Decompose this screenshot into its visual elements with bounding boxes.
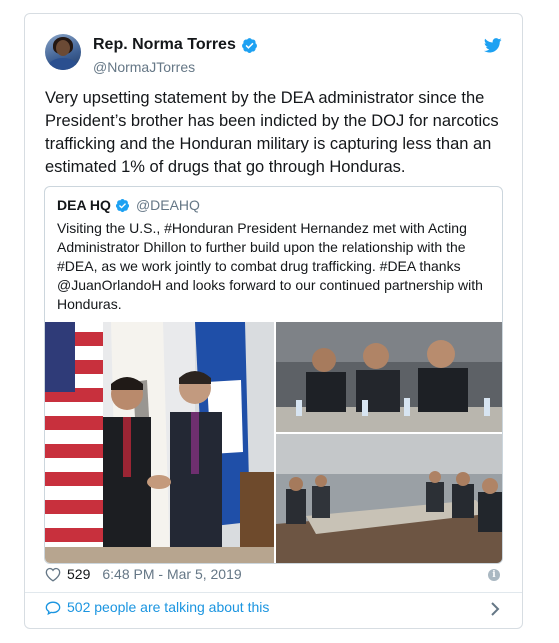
author-handle[interactable]: @NormaJTorres <box>93 59 195 75</box>
quoted-author-handle[interactable]: @DEAHQ <box>136 197 200 213</box>
tweet-text: Very upsetting statement by the DEA admi… <box>45 89 499 176</box>
conference-room-photo[interactable] <box>276 434 502 563</box>
handshake-flags-photo[interactable] <box>45 322 274 563</box>
heart-icon[interactable] <box>45 567 61 582</box>
quoted-media-grid[interactable] <box>45 322 502 563</box>
speech-bubble-icon <box>45 600 61 615</box>
verified-badge-icon <box>241 37 257 53</box>
conversation-link[interactable]: 502 people are talking about this <box>45 599 269 615</box>
verified-badge-icon <box>115 198 129 212</box>
chevron-right-icon[interactable] <box>490 602 500 616</box>
quoted-tweet[interactable]: DEA HQ @DEAHQ Visiting the U.S., #Hondur… <box>44 186 503 564</box>
quoted-author-name[interactable]: DEA HQ <box>57 197 111 213</box>
info-icon[interactable]: i <box>488 569 500 581</box>
tweet-meta: 529 6:48 PM - Mar 5, 2019 <box>45 566 242 582</box>
meeting-table-closeup-photo[interactable] <box>276 322 502 432</box>
timestamp[interactable]: 6:48 PM - Mar 5, 2019 <box>102 566 241 582</box>
divider <box>25 592 522 593</box>
author-name-row[interactable]: Rep. Norma Torres <box>93 36 258 54</box>
author-name[interactable]: Rep. Norma Torres <box>93 36 236 54</box>
like-count[interactable]: 529 <box>67 566 90 582</box>
avatar[interactable] <box>45 34 81 70</box>
quoted-tweet-text: Visiting the U.S., #Honduran President H… <box>57 220 483 312</box>
quoted-author-row[interactable]: DEA HQ @DEAHQ <box>57 197 200 213</box>
twitter-bird-icon[interactable] <box>484 38 502 53</box>
embedded-tweet-card[interactable]: Rep. Norma Torres @NormaJTorres Very ups… <box>24 13 523 629</box>
conversation-label[interactable]: 502 people are talking about this <box>67 599 269 615</box>
